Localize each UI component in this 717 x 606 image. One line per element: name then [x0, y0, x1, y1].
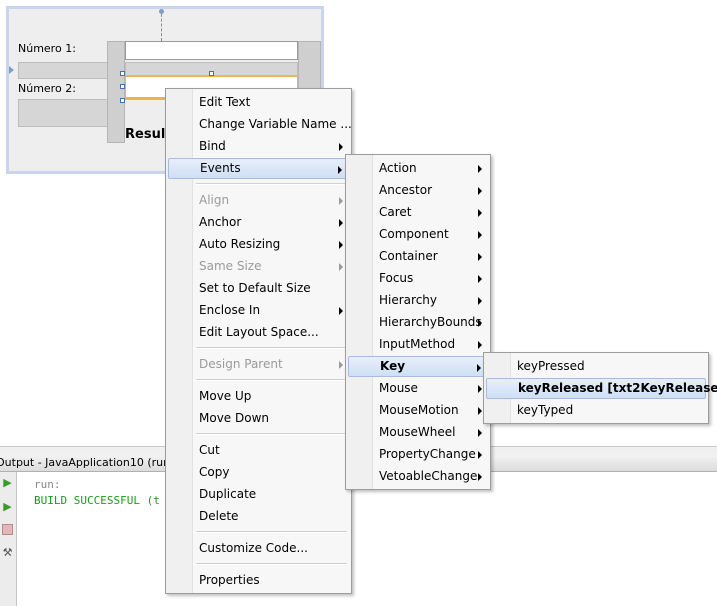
settings-icon[interactable]: ⚒ — [1, 546, 14, 560]
context-menu: Edit Text Change Variable Name ... Bind … — [165, 88, 352, 594]
submenu-arrow-icon — [339, 197, 343, 205]
menu-item-bind[interactable]: Bind — [168, 136, 349, 157]
menu-item-cut[interactable]: Cut — [168, 440, 349, 461]
label-numero-1[interactable]: Número 1: — [18, 42, 76, 55]
event-item-inputmethod[interactable]: InputMethod — [348, 334, 488, 355]
menu-separator — [196, 183, 347, 185]
menu-item-change-variable-name[interactable]: Change Variable Name ... — [168, 114, 352, 135]
submenu-arrow-icon — [478, 473, 482, 481]
layout-column — [107, 41, 125, 143]
rerun-icon[interactable]: ▶ — [1, 476, 14, 490]
submenu-arrow-icon — [339, 307, 343, 315]
event-item-container[interactable]: Container — [348, 246, 488, 267]
menu-item-customize-code[interactable]: Customize Code... — [168, 538, 349, 559]
submenu-arrow-icon — [478, 407, 482, 415]
submenu-arrow-icon — [339, 143, 343, 151]
menu-item-enclose-in[interactable]: Enclose In — [168, 300, 349, 321]
menu-item-set-default-size[interactable]: Set to Default Size — [168, 278, 349, 299]
events-submenu: Action Ancestor Caret Component Containe… — [345, 154, 491, 490]
label-numero-2[interactable]: Número 2: — [18, 82, 76, 95]
submenu-arrow-icon — [338, 166, 342, 174]
submenu-arrow-icon — [478, 275, 482, 283]
menu-item-duplicate[interactable]: Duplicate — [168, 484, 349, 505]
submenu-arrow-icon — [478, 451, 482, 459]
key-item-keytyped[interactable]: keyTyped — [486, 400, 706, 421]
submenu-arrow-icon — [478, 187, 482, 195]
menu-item-align[interactable]: Align — [168, 190, 349, 211]
event-item-caret[interactable]: Caret — [348, 202, 488, 223]
menu-separator — [196, 379, 347, 381]
menu-item-anchor[interactable]: Anchor — [168, 212, 349, 233]
rerun-with-args-icon[interactable]: ▶ — [1, 500, 14, 514]
menu-item-move-up[interactable]: Move Up — [168, 386, 349, 407]
menu-item-design-parent[interactable]: Design Parent — [168, 354, 349, 375]
submenu-arrow-icon — [478, 253, 482, 261]
event-item-vetoablechange[interactable]: VetoableChange — [348, 466, 488, 487]
event-item-key[interactable]: Key — [348, 356, 488, 377]
key-item-keypressed[interactable]: keyPressed — [486, 356, 706, 377]
menu-separator — [196, 433, 347, 435]
submenu-arrow-icon — [478, 429, 482, 437]
submenu-arrow-icon — [478, 385, 482, 393]
menu-separator — [196, 563, 347, 565]
submenu-arrow-icon — [478, 165, 482, 173]
event-item-propertychange[interactable]: PropertyChange — [348, 444, 488, 465]
submenu-arrow-icon — [339, 241, 343, 249]
layout-gap-band — [18, 62, 118, 79]
event-item-ancestor[interactable]: Ancestor — [348, 180, 488, 201]
event-item-component[interactable]: Component — [348, 224, 488, 245]
submenu-arrow-icon — [477, 364, 481, 372]
event-item-focus[interactable]: Focus — [348, 268, 488, 289]
menu-item-delete[interactable]: Delete — [168, 506, 349, 527]
event-item-hierarchybounds[interactable]: HierarchyBounds — [348, 312, 488, 333]
output-tab-title: Output - JavaApplication10 (run — [0, 456, 171, 469]
menu-item-events[interactable]: Events — [168, 158, 349, 179]
anchor-dot — [159, 9, 164, 14]
submenu-arrow-icon — [339, 219, 343, 227]
menu-item-move-down[interactable]: Move Down — [168, 408, 349, 429]
submenu-arrow-icon — [478, 297, 482, 305]
resize-handle[interactable] — [209, 71, 214, 76]
submenu-arrow-icon — [478, 341, 482, 349]
txt-numero-1[interactable] — [125, 41, 298, 60]
submenu-arrow-icon — [478, 209, 482, 217]
menu-separator — [196, 531, 347, 533]
stop-icon[interactable] — [2, 524, 13, 535]
resize-handle[interactable] — [120, 71, 125, 76]
event-item-mousemotion[interactable]: MouseMotion — [348, 400, 488, 421]
menu-item-properties[interactable]: Properties — [168, 570, 349, 591]
submenu-arrow-icon — [478, 319, 482, 327]
resize-handle[interactable] — [120, 84, 125, 89]
submenu-arrow-icon — [339, 263, 343, 271]
event-item-hierarchy[interactable]: Hierarchy — [348, 290, 488, 311]
layout-gap-band — [18, 99, 118, 127]
output-line-run: run: — [34, 478, 61, 491]
key-item-keyreleased[interactable]: keyReleased [txt2KeyReleased] — [486, 378, 717, 399]
menu-item-edit-layout-space[interactable]: Edit Layout Space... — [168, 322, 349, 343]
menu-item-same-size[interactable]: Same Size — [168, 256, 349, 277]
event-item-mousewheel[interactable]: MouseWheel — [348, 422, 488, 443]
menu-separator — [196, 347, 347, 349]
event-item-mouse[interactable]: Mouse — [348, 378, 488, 399]
resize-handle[interactable] — [120, 98, 125, 103]
menu-item-auto-resizing[interactable]: Auto Resizing — [168, 234, 349, 255]
event-item-action[interactable]: Action — [348, 158, 488, 179]
output-toolbar: ▶ ▶ ⚒ — [0, 472, 17, 606]
submenu-arrow-icon — [339, 361, 343, 369]
key-submenu: keyPressed keyReleased [txt2KeyReleased]… — [483, 352, 717, 424]
output-line-build: BUILD SUCCESSFUL (t — [34, 494, 160, 507]
menu-item-edit-text[interactable]: Edit Text — [168, 92, 349, 113]
submenu-arrow-icon — [478, 231, 482, 239]
menu-item-copy[interactable]: Copy — [168, 462, 349, 483]
baseline-marker — [9, 66, 14, 74]
